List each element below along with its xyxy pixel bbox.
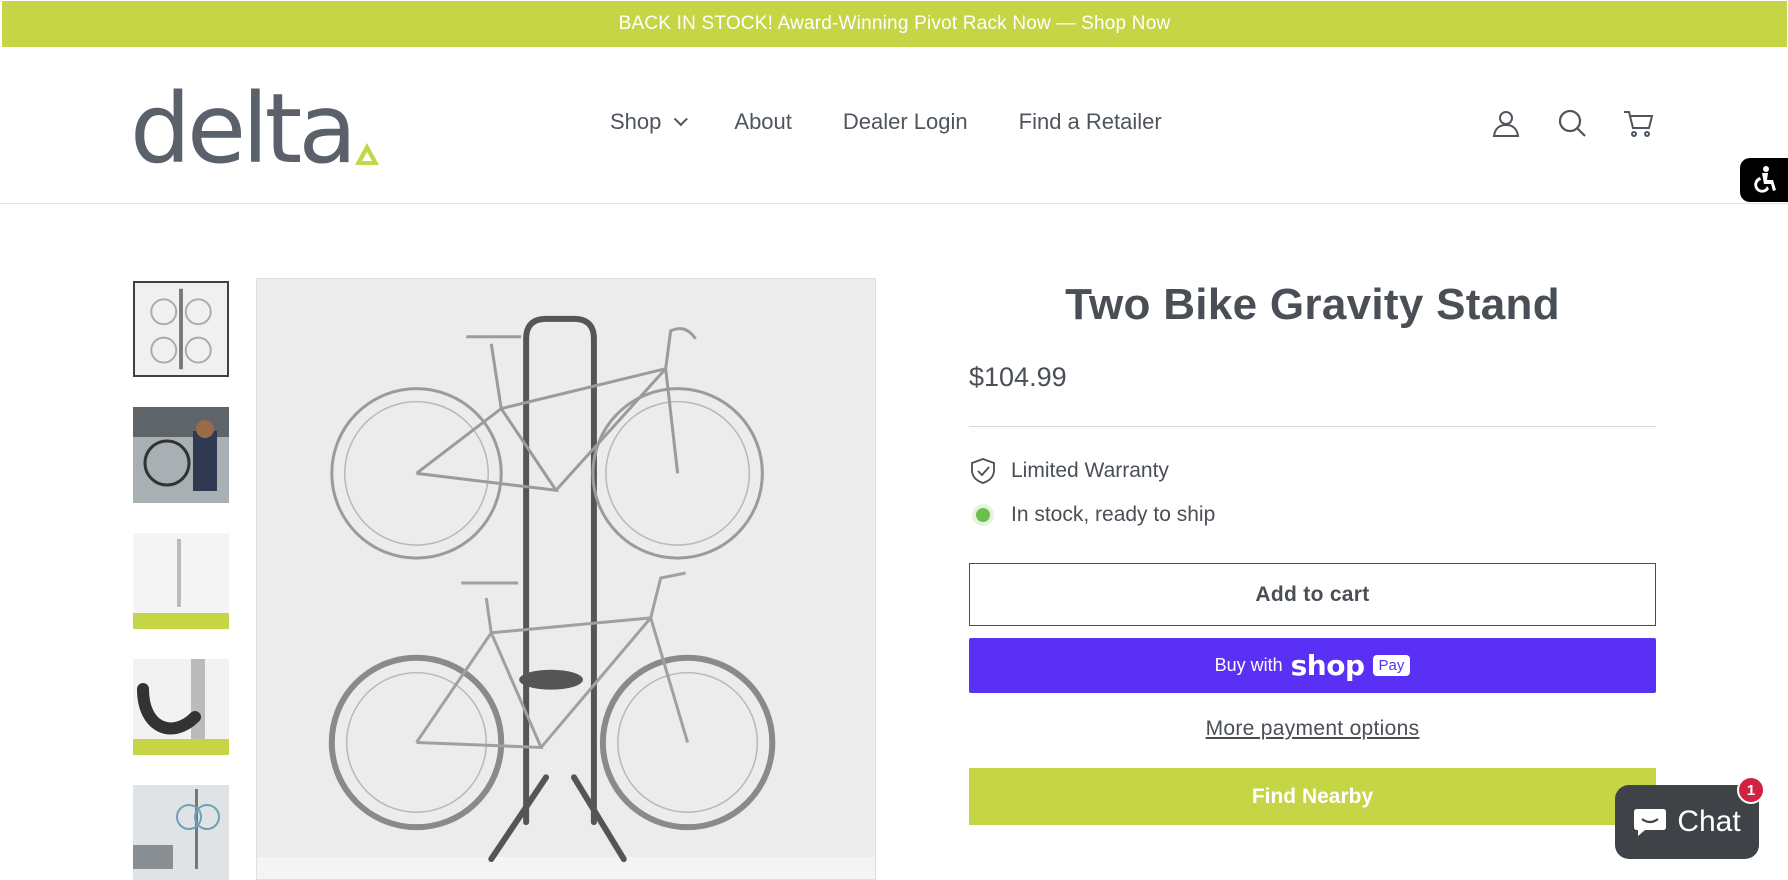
shield-check-icon xyxy=(971,458,995,484)
product-title: Two Bike Gravity Stand xyxy=(1065,280,1560,329)
thumbnail-room[interactable] xyxy=(133,785,229,880)
thumbnail-image xyxy=(133,659,229,755)
thumbnail-image xyxy=(135,283,227,375)
divider xyxy=(969,426,1656,427)
buy-with-label: Buy with xyxy=(1214,655,1283,675)
find-nearby-button[interactable]: Find Nearby xyxy=(969,768,1656,825)
logo-text: delta xyxy=(130,73,357,185)
nav-shop[interactable]: Shop xyxy=(610,109,689,135)
nav-about-label: About xyxy=(734,109,792,134)
nav-about[interactable]: About xyxy=(734,109,792,135)
nav-shop-label: Shop xyxy=(610,109,662,134)
cart-icon[interactable] xyxy=(1622,107,1654,139)
add-to-cart-label: Add to cart xyxy=(1255,582,1370,606)
accessibility-button[interactable] xyxy=(1740,158,1788,202)
announcement-text[interactable]: BACK IN STOCK! Award-Winning Pivot Rack … xyxy=(619,13,1171,35)
thumbnail-hook[interactable] xyxy=(133,659,229,755)
feature-stock: In stock, ready to ship xyxy=(969,501,1656,529)
feature-stock-text: In stock, ready to ship xyxy=(1011,503,1216,526)
feature-warranty: Limited Warranty xyxy=(969,457,1656,485)
thumbnail-dimensions[interactable] xyxy=(133,533,229,629)
announcement-bar[interactable]: BACK IN STOCK! Award-Winning Pivot Rack … xyxy=(2,1,1787,47)
main-product-image[interactable] xyxy=(256,278,876,880)
two-bike-stand-image xyxy=(257,279,875,879)
shop-pay-logo: shop xyxy=(1290,649,1365,682)
add-to-cart-button[interactable]: Add to cart xyxy=(969,563,1656,626)
site-header: delta Shop About Dealer Login Find a Ret… xyxy=(0,47,1788,204)
header-icons xyxy=(1490,107,1654,139)
search-icon[interactable] xyxy=(1556,107,1588,139)
product-price: $104.99 xyxy=(969,362,1067,392)
chat-label: Chat xyxy=(1677,805,1741,838)
account-icon[interactable] xyxy=(1490,107,1522,139)
thumbnail-image xyxy=(133,407,229,503)
logo[interactable]: delta xyxy=(130,73,380,185)
nav-dealer-login-label: Dealer Login xyxy=(842,109,968,134)
more-payment-options-link[interactable]: More payment options xyxy=(969,717,1656,741)
accessibility-icon xyxy=(1754,166,1776,193)
main-nav: Shop About Dealer Login Find a Retailer xyxy=(610,109,1162,135)
thumbnail-man-hanging-bike[interactable] xyxy=(133,407,229,503)
chat-unread-badge: 1 xyxy=(1737,776,1765,804)
product-info: Two Bike Gravity Stand $104.99 Limited W… xyxy=(969,278,1656,825)
find-nearby-label: Find Nearby xyxy=(1251,784,1374,808)
thumbnail-list xyxy=(133,281,229,880)
nav-find-retailer-label: Find a Retailer xyxy=(1018,109,1162,134)
logo-triangle-icon xyxy=(355,143,380,165)
chat-button[interactable]: Chat xyxy=(1615,785,1759,859)
shop-pay-badge: Pay xyxy=(1372,655,1411,676)
thumbnail-two-bikes[interactable] xyxy=(133,281,229,377)
nav-find-retailer[interactable]: Find a Retailer xyxy=(1019,109,1162,135)
chevron-down-icon xyxy=(674,112,689,127)
feature-warranty-text: Limited Warranty xyxy=(1011,459,1169,482)
nav-dealer-login[interactable]: Dealer Login xyxy=(843,109,968,135)
thumbnail-image xyxy=(133,785,229,880)
shop-pay-button[interactable]: Buy with shop Pay xyxy=(969,638,1656,693)
thumbnail-image xyxy=(133,533,229,629)
chat-bubble-icon xyxy=(1634,809,1667,836)
in-stock-dot-icon xyxy=(969,501,997,529)
